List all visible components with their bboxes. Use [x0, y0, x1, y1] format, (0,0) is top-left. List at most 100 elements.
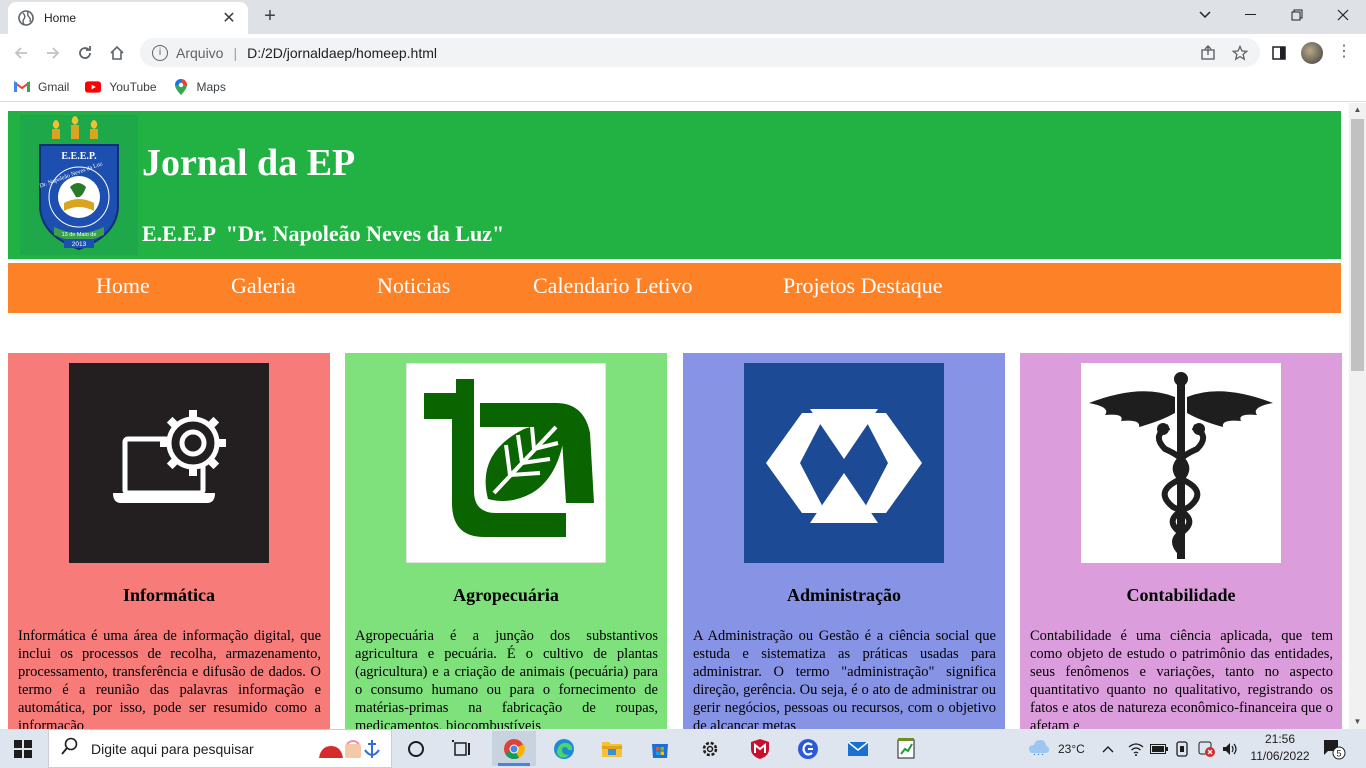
- reload-icon[interactable]: [72, 40, 98, 66]
- tray-chevron-icon[interactable]: [1102, 729, 1114, 768]
- weather-temperature: 23°C: [1058, 741, 1085, 756]
- taskbar-search-box[interactable]: Digite aqui para pesquisar: [48, 729, 392, 768]
- battery-icon[interactable]: [1150, 729, 1168, 768]
- weather-cloud-icon: [1028, 739, 1050, 758]
- mcafee-tray-icon[interactable]: [1198, 729, 1216, 768]
- search-highlight-icon: [317, 736, 383, 762]
- caduceus-icon: [1081, 363, 1281, 563]
- card-title: Contabilidade: [1126, 585, 1236, 605]
- globe-icon: [18, 10, 34, 26]
- cortana-icon[interactable]: [394, 731, 438, 766]
- search-placeholder: Digite aqui para pesquisar: [91, 740, 254, 757]
- card-text: Informática é uma área de informação dig…: [18, 628, 321, 729]
- card-title: Administração: [787, 585, 901, 605]
- volume-icon[interactable]: [1222, 729, 1240, 768]
- bookmarks-bar: Gmail YouTube Maps: [0, 72, 1366, 102]
- mail-icon[interactable]: [836, 731, 880, 766]
- page-scrollbar[interactable]: ▲ ▼: [1349, 103, 1366, 729]
- windows-start-icon[interactable]: [14, 740, 32, 758]
- card-title: Agropecuária: [453, 585, 559, 605]
- chrome-taskbar-icon[interactable]: [492, 731, 536, 766]
- edge-taskbar-icon[interactable]: [542, 731, 586, 766]
- gmail-icon: [14, 79, 30, 95]
- course-card-agropecuaria: Agropecuária Agropecuária é a junção dos…: [345, 353, 667, 729]
- restore-button[interactable]: [1274, 0, 1320, 30]
- side-panel-icon[interactable]: [1268, 42, 1290, 64]
- school-logo: E.E.E.P. Dr. Napoleão Neves da Luz 13 de…: [20, 115, 138, 255]
- tab-close-icon[interactable]: ✕: [220, 8, 238, 28]
- app-blue-icon[interactable]: [786, 731, 830, 766]
- site-info-icon[interactable]: i: [152, 44, 168, 61]
- forward-icon[interactable]: [40, 40, 66, 66]
- svg-text:E.E.E.P.: E.E.E.P.: [61, 151, 97, 162]
- nav-galeria[interactable]: Galeria: [231, 273, 296, 299]
- device-icon[interactable]: [1175, 729, 1189, 768]
- scroll-thumb[interactable]: [1351, 119, 1364, 371]
- weather-widget[interactable]: 23°C: [1028, 729, 1085, 768]
- new-tab-button[interactable]: +: [258, 4, 282, 28]
- minimize-button[interactable]: [1228, 0, 1274, 30]
- card-text: Agropecuária é a junção dos substantivos…: [355, 628, 658, 729]
- settings-gear-icon[interactable]: [688, 731, 732, 766]
- youtube-icon: [85, 79, 102, 95]
- nav-projetos-destaque[interactable]: Projetos Destaque: [783, 273, 942, 299]
- notification-center-icon[interactable]: 5: [1322, 729, 1346, 768]
- share-icon[interactable]: [1197, 42, 1219, 64]
- course-card-informatica: Informática Informática é uma área de in…: [8, 353, 330, 729]
- admin-logo-icon: [744, 363, 944, 563]
- address-separator: |: [233, 44, 238, 61]
- bookmark-label: Gmail: [38, 79, 70, 94]
- course-card-administracao: Administração A Administração ou Gestão …: [683, 353, 1005, 729]
- close-window-button[interactable]: [1320, 0, 1366, 30]
- address-bar[interactable]: i Arquivo | D:/2D/jornaldaep/homeep.html: [140, 38, 1260, 67]
- browser-menu-icon[interactable]: ⋮: [1336, 41, 1352, 61]
- network-icon[interactable]: [1128, 729, 1144, 768]
- clock-date: 11/06/2022: [1250, 749, 1310, 763]
- back-icon[interactable]: [8, 40, 34, 66]
- page-viewport: E.E.E.P. Dr. Napoleão Neves da Luz 13 de…: [0, 103, 1349, 729]
- home-icon[interactable]: [104, 40, 130, 66]
- search-icon: [61, 737, 81, 760]
- site-title: Jornal da EP: [142, 142, 356, 184]
- computer-gear-icon: [69, 363, 269, 563]
- tab-strip: Home ✕ +: [0, 0, 1366, 34]
- bookmark-star-icon[interactable]: [1229, 42, 1251, 64]
- bookmark-label: Maps: [196, 79, 226, 94]
- tab-title: Home: [44, 11, 77, 25]
- notification-count: 5: [1336, 748, 1341, 758]
- leaf-logo-icon: [405, 362, 607, 564]
- microsoft-store-icon[interactable]: [638, 731, 682, 766]
- bookmark-label: YouTube: [109, 79, 157, 94]
- svg-text:2013: 2013: [72, 241, 87, 248]
- clock-time: 21:56: [1264, 732, 1296, 746]
- mcafee-icon[interactable]: [738, 731, 782, 766]
- address-url[interactable]: D:/2D/jornaldaep/homeep.html: [247, 45, 437, 61]
- browser-tab[interactable]: Home ✕: [8, 2, 248, 34]
- scroll-down-arrow-icon[interactable]: ▼: [1349, 715, 1366, 729]
- card-text: A Administração ou Gestão é a ciência so…: [693, 628, 996, 729]
- nav-calendario-letivo[interactable]: Calendario Letivo: [533, 273, 692, 299]
- bookmark-gmail[interactable]: Gmail: [14, 79, 69, 95]
- bookmark-youtube[interactable]: YouTube: [85, 79, 157, 95]
- maps-icon: [173, 78, 189, 95]
- nav-home[interactable]: Home: [96, 273, 150, 299]
- profile-avatar[interactable]: [1301, 42, 1323, 64]
- site-subtitle: E.E.E.P "Dr. Napoleão Neves da Luz": [142, 221, 505, 246]
- scroll-up-arrow-icon[interactable]: ▲: [1349, 103, 1366, 117]
- bookmark-maps[interactable]: Maps: [173, 78, 226, 95]
- protocol-label: Arquivo: [176, 44, 224, 61]
- svg-text:13 de Maio de: 13 de Maio de: [62, 232, 97, 238]
- site-header: E.E.E.P. Dr. Napoleão Neves da Luz 13 de…: [8, 111, 1341, 259]
- taskbar-clock[interactable]: 21:56 11/06/2022: [1248, 731, 1312, 765]
- task-view-icon[interactable]: [440, 731, 484, 766]
- course-card-contabilidade: Contabilidade Contabilidade é uma ciênci…: [1020, 353, 1342, 729]
- tab-search-chevron-icon[interactable]: [1182, 0, 1228, 30]
- card-title: Informática: [123, 585, 215, 605]
- windows-taskbar: Digite aqui para pesquisar 23°C 21:56 11…: [0, 729, 1366, 768]
- file-explorer-icon[interactable]: [590, 731, 634, 766]
- notepad-chart-icon[interactable]: [884, 731, 928, 766]
- browser-toolbar: i Arquivo | D:/2D/jornaldaep/homeep.html: [0, 34, 1366, 72]
- nav-noticias[interactable]: Noticias: [377, 273, 450, 299]
- card-text: Contabilidade é uma ciência aplicada, qu…: [1030, 628, 1333, 729]
- main-nav: Home Galeria Noticias Calendario Letivo …: [8, 263, 1341, 313]
